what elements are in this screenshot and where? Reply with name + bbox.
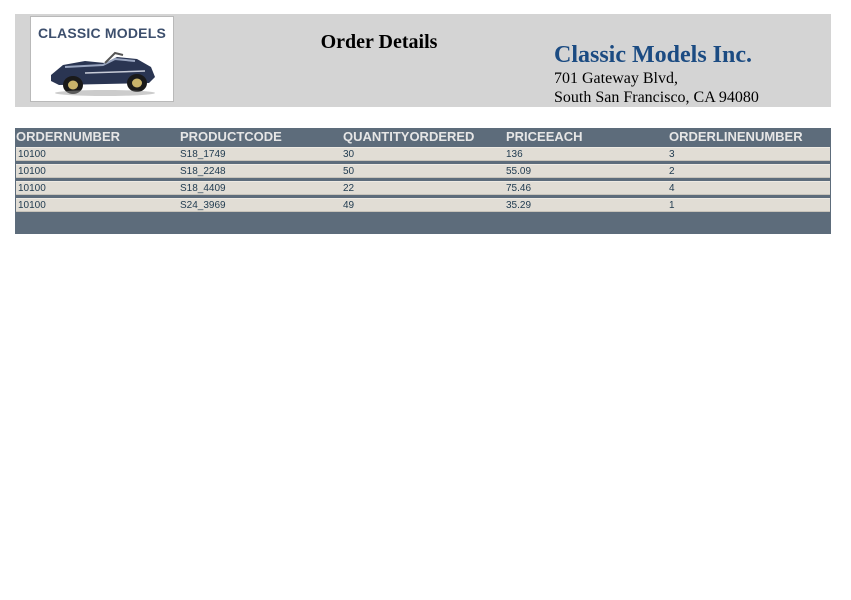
cell-orderlinenumber: 2 — [669, 166, 675, 177]
company-address-line1: 701 Gateway Blvd, — [554, 70, 678, 87]
cell-quantityordered: 49 — [343, 200, 355, 211]
cell-ordernumber: 10100 — [18, 200, 46, 211]
logo-text: CLASSIC MODELS — [37, 25, 167, 41]
cell-priceeach: 136 — [506, 149, 523, 160]
table-row: 10100 S18_1749 30 136 3 — [16, 147, 830, 161]
car-logo-icon — [51, 51, 155, 96]
column-header-orderlinenumber[interactable]: ORDERLINENUMBER — [669, 129, 803, 144]
company-name: Classic Models Inc. — [554, 42, 752, 68]
column-header-ordernumber[interactable]: ORDERNUMBER — [16, 129, 120, 144]
table-header-row: ORDERNUMBER PRODUCTCODE QUANTITYORDERED … — [15, 128, 831, 147]
order-details-table: ORDERNUMBER PRODUCTCODE QUANTITYORDERED … — [15, 128, 831, 234]
table-row: 10100 S24_3969 49 35.29 1 — [16, 198, 830, 212]
cell-orderlinenumber: 4 — [669, 183, 675, 194]
cell-orderlinenumber: 1 — [669, 200, 675, 211]
cell-productcode: S18_4409 — [180, 183, 226, 194]
table-row: 10100 S18_2248 50 55.09 2 — [16, 164, 830, 178]
cell-quantityordered: 22 — [343, 183, 355, 194]
column-header-productcode[interactable]: PRODUCTCODE — [180, 129, 282, 144]
cell-productcode: S18_2248 — [180, 166, 226, 177]
cell-orderlinenumber: 3 — [669, 149, 675, 160]
cell-productcode: S24_3969 — [180, 200, 226, 211]
page-title: Order Details — [320, 31, 438, 53]
cell-ordernumber: 10100 — [18, 166, 46, 177]
cell-ordernumber: 10100 — [18, 183, 46, 194]
column-header-quantityordered[interactable]: QUANTITYORDERED — [343, 129, 474, 144]
cell-priceeach: 55.09 — [506, 166, 532, 177]
company-logo: CLASSIC MODELS — [30, 16, 174, 102]
cell-ordernumber: 10100 — [18, 149, 46, 160]
cell-quantityordered: 50 — [343, 166, 355, 177]
table-row: 10100 S18_4409 22 75.46 4 — [16, 181, 830, 195]
cell-priceeach: 35.29 — [506, 200, 532, 211]
report-header: CLASSIC MODELS Order Details Classic Mod… — [15, 14, 831, 107]
column-header-priceeach[interactable]: PRICEEACH — [506, 129, 583, 144]
company-address-line2: South San Francisco, CA 94080 — [554, 89, 759, 106]
cell-quantityordered: 30 — [343, 149, 355, 160]
table-body: 10100 S18_1749 30 136 3 10100 S18_2248 5… — [16, 147, 830, 215]
cell-productcode: S18_1749 — [180, 149, 226, 160]
cell-priceeach: 75.46 — [506, 183, 532, 194]
